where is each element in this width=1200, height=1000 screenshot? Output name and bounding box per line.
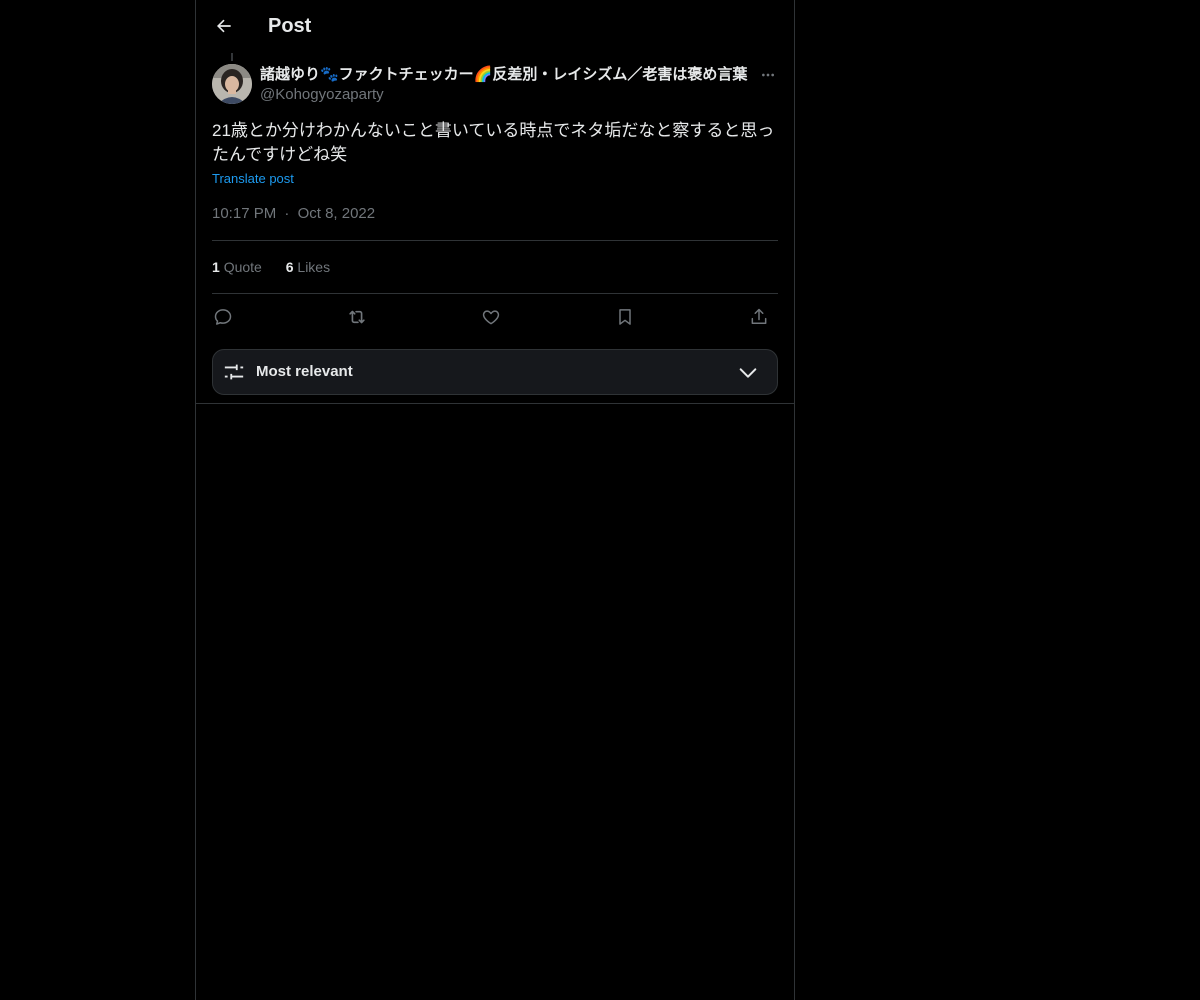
reply-button[interactable] (208, 302, 238, 332)
back-button[interactable] (210, 12, 238, 40)
author-handle[interactable]: @Kohogyozaparty (260, 85, 384, 105)
likes-stat[interactable]: 6 Likes (286, 257, 330, 277)
reply-icon (214, 309, 232, 325)
post-actions (212, 302, 778, 332)
share-button[interactable] (744, 302, 774, 332)
author-name[interactable]: 諸越ゆり🐾ファクトチェッカー🌈反差別・レイシズム／老害は褒め言葉 (260, 65, 756, 85)
bookmark-button[interactable] (610, 302, 640, 332)
chevron-down-icon (739, 368, 757, 378)
post-text: 21歳とか分けわかんないこと書いている時点でネタ垢だなと察すると思ったんですけど… (212, 121, 775, 164)
post-time[interactable]: 10:17 PM (212, 205, 276, 222)
main-column: Post 諸越ゆり🐾ファクトチェッカー🌈反差別・レイシズム／老害は褒め言葉 @K… (195, 0, 795, 1000)
share-icon (751, 308, 767, 324)
page: Post 諸越ゆり🐾ファクトチェッカー🌈反差別・レイシズム／老害は褒め言葉 @K… (0, 0, 1200, 1000)
quotes-label: Quote (223, 259, 262, 275)
post-stats: 1 Quote 6 Likes (212, 257, 350, 277)
arrow-left-icon (217, 19, 231, 33)
divider (212, 293, 778, 294)
sliders-icon (224, 364, 244, 380)
post-timestamp: 10:17 PM · Oct 8, 2022 (212, 204, 375, 224)
quotes-count: 1 (212, 259, 220, 275)
like-icon (482, 310, 500, 325)
reply-sort-dropdown[interactable]: Most relevant (212, 349, 778, 395)
section-divider (196, 403, 794, 404)
likes-label: Likes (297, 259, 331, 275)
time-separator: · (284, 205, 290, 222)
repost-icon (349, 310, 365, 324)
thread-line (231, 53, 233, 61)
avatar[interactable] (212, 64, 252, 104)
like-button[interactable] (476, 302, 506, 332)
avatar-image (212, 64, 252, 104)
likes-count: 6 (285, 259, 294, 275)
page-title: Post (268, 15, 312, 37)
bookmark-icon (619, 309, 631, 325)
repost-button[interactable] (342, 302, 372, 332)
post-date[interactable]: Oct 8, 2022 (298, 205, 376, 222)
translate-post-link[interactable]: Translate post (212, 170, 294, 188)
divider (212, 240, 778, 241)
sort-label: Most relevant (256, 363, 353, 380)
page-header: Post (196, 0, 794, 53)
more-icon (762, 73, 774, 77)
quotes-stat[interactable]: 1 Quote (212, 257, 262, 277)
more-options-button[interactable] (756, 64, 780, 86)
